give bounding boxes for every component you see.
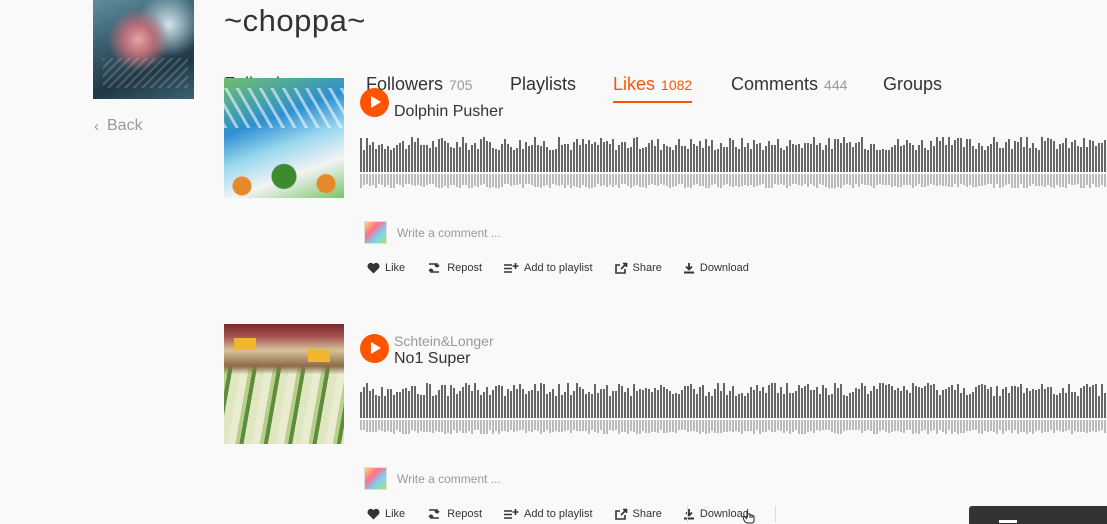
download-button[interactable]: Download xyxy=(683,508,749,520)
track-uploader[interactable]: Schtein&Longer xyxy=(394,333,494,349)
track-actions: Like Repost Add to playlist Share Downlo… xyxy=(367,508,770,520)
waveform-graphic xyxy=(360,383,1106,434)
like-button[interactable]: Like xyxy=(367,508,405,520)
repost-button[interactable]: Repost xyxy=(426,508,482,520)
play-button[interactable] xyxy=(360,334,389,363)
heart-icon xyxy=(367,508,380,520)
share-icon xyxy=(614,262,627,274)
download-button[interactable]: Download xyxy=(683,262,749,274)
track-artwork[interactable] xyxy=(224,78,344,198)
add-to-playlist-button[interactable]: Add to playlist xyxy=(503,508,593,520)
divider xyxy=(775,506,776,522)
repost-label: Repost xyxy=(447,508,483,520)
add-to-playlist-label: Add to playlist xyxy=(524,508,593,520)
track-artwork[interactable] xyxy=(224,324,344,444)
commenter-avatar xyxy=(364,221,387,244)
waveform-graphic xyxy=(360,137,1106,188)
repost-button[interactable]: Repost xyxy=(426,262,482,274)
track-item: Dolphin Pusher Like Repost Add to playli… xyxy=(224,0,1107,290)
comment-input[interactable] xyxy=(397,471,697,486)
share-icon xyxy=(614,508,627,520)
download-icon xyxy=(683,509,694,520)
play-button[interactable] xyxy=(360,88,389,117)
add-to-playlist-icon xyxy=(504,263,519,273)
hand-cursor-icon xyxy=(742,511,755,524)
repost-icon xyxy=(428,509,440,519)
heart-icon xyxy=(367,262,380,274)
add-to-playlist-label: Add to playlist xyxy=(524,262,593,274)
like-label: Like xyxy=(385,262,406,274)
share-label: Share xyxy=(632,508,662,520)
track-title[interactable]: Dolphin Pusher xyxy=(394,103,503,121)
back-label: Back xyxy=(107,117,143,134)
waveform[interactable] xyxy=(360,134,1107,190)
waveform[interactable] xyxy=(360,380,1107,436)
like-button[interactable]: Like xyxy=(367,262,405,274)
commenter-avatar xyxy=(364,467,387,490)
add-to-playlist-icon xyxy=(504,509,519,519)
share-button[interactable]: Share xyxy=(614,508,662,520)
share-button[interactable]: Share xyxy=(614,262,662,274)
back-link[interactable]: ‹ Back xyxy=(94,117,143,135)
share-label: Share xyxy=(632,262,662,274)
like-label: Like xyxy=(385,508,406,520)
track-item: Schtein&Longer No1 Super Like Repost Add… xyxy=(224,324,1107,524)
comment-row xyxy=(364,467,697,490)
repost-label: Repost xyxy=(447,262,483,274)
track-title[interactable]: No1 Super xyxy=(394,350,471,368)
repost-icon xyxy=(428,263,440,273)
add-to-playlist-button[interactable]: Add to playlist xyxy=(503,262,593,274)
track-actions: Like Repost Add to playlist Share Downlo… xyxy=(367,262,770,274)
profile-avatar xyxy=(93,0,194,99)
chevron-left-icon: ‹ xyxy=(94,117,99,135)
download-label: Download xyxy=(699,262,749,274)
comment-input[interactable] xyxy=(397,225,697,240)
download-icon xyxy=(683,263,694,274)
comment-row xyxy=(364,221,697,244)
playback-widget[interactable] xyxy=(969,506,1107,524)
divider xyxy=(687,506,688,522)
